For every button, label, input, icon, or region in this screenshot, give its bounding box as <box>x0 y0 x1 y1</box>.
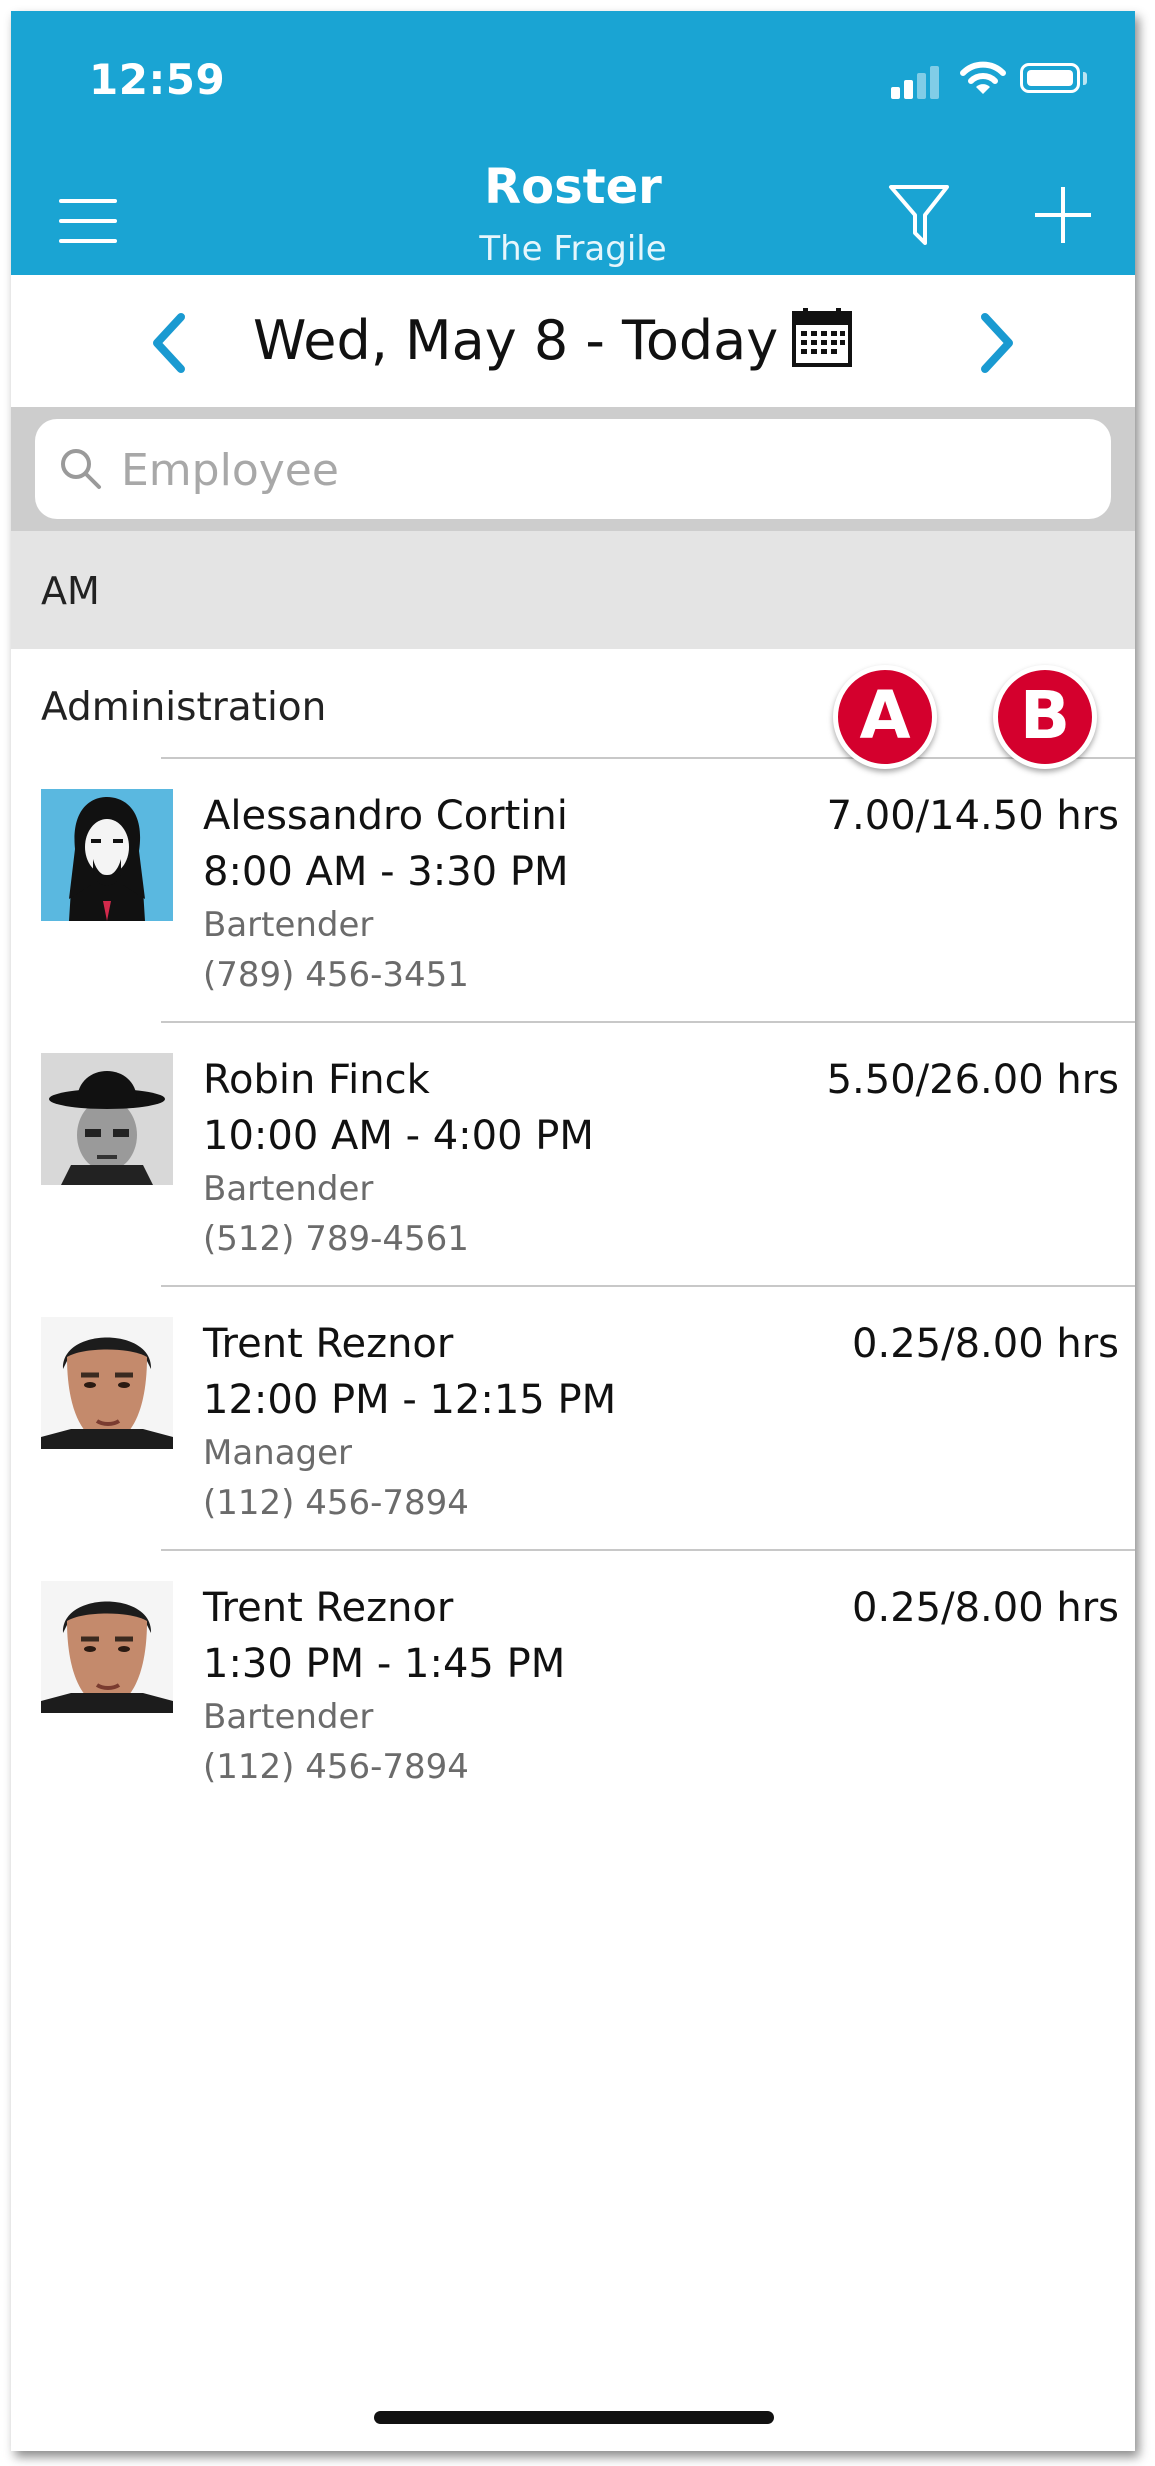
employee-phone: (112) 456-7894 <box>203 1483 469 1523</box>
employee-phone: (112) 456-7894 <box>203 1747 469 1787</box>
scheduled-hours: 0.25/8.00 hrs <box>852 1321 1119 1367</box>
list-item[interactable]: Trent Reznor 1:30 PM - 1:45 PM Bartender… <box>11 1551 1135 1813</box>
scheduled-hours: 7.00/14.50 hrs <box>826 793 1119 839</box>
shift-time: 8:00 AM - 3:30 PM <box>203 849 569 895</box>
annotation-badge-b: B <box>993 665 1097 769</box>
page-title: Roster <box>484 159 662 215</box>
filter-button[interactable] <box>887 181 951 249</box>
list-item[interactable]: Alessandro Cortini 8:00 AM - 3:30 PM Bar… <box>11 759 1135 1021</box>
date-navigation: Wed, May 8 - Today <box>11 275 1135 407</box>
employee-role: Bartender <box>203 905 374 945</box>
home-indicator[interactable] <box>374 2411 774 2424</box>
avatar <box>41 789 173 921</box>
page-subtitle: The Fragile <box>479 229 667 269</box>
section-header: AM <box>11 531 1135 649</box>
search-bar <box>11 407 1135 531</box>
employee-name: Robin Finck <box>203 1057 430 1103</box>
scheduled-hours: 0.25/8.00 hrs <box>852 1585 1119 1631</box>
employee-name: Trent Reznor <box>203 1585 454 1631</box>
shift-time: 10:00 AM - 4:00 PM <box>203 1113 594 1159</box>
avatar <box>41 1053 173 1185</box>
list-item[interactable]: Robin Finck 10:00 AM - 4:00 PM Bartender… <box>11 1023 1135 1285</box>
chevron-left-icon[interactable] <box>143 311 197 375</box>
employee-role: Bartender <box>203 1169 374 1209</box>
chevron-right-icon[interactable] <box>969 311 1023 375</box>
avatar <box>41 1581 173 1713</box>
group-header: Administration A B <box>11 649 1135 769</box>
scheduled-hours: 5.50/26.00 hrs <box>826 1057 1119 1103</box>
employee-phone: (512) 789-4561 <box>203 1219 469 1259</box>
list-item[interactable]: Trent Reznor 12:00 PM - 12:15 PM Manager… <box>11 1287 1135 1549</box>
shift-time: 1:30 PM - 1:45 PM <box>203 1641 566 1687</box>
status-bar-time: 12:59 <box>89 55 226 104</box>
employee-role: Bartender <box>203 1697 374 1737</box>
employee-role: Manager <box>203 1433 353 1473</box>
employee-phone: (789) 456-3451 <box>203 955 469 995</box>
battery-icon <box>1020 63 1080 93</box>
current-date-label[interactable]: Wed, May 8 - Today <box>253 309 778 372</box>
section-label: AM <box>41 569 100 613</box>
shift-time: 12:00 PM - 12:15 PM <box>203 1377 617 1423</box>
search-input[interactable] <box>119 431 1083 509</box>
search-field <box>35 419 1111 519</box>
phone-screen: 12:59 Roster The Fragile Wed, May 8 - To… <box>11 11 1135 2451</box>
avatar <box>41 1317 173 1449</box>
add-button[interactable] <box>1035 187 1091 243</box>
app-header: 12:59 Roster The Fragile <box>11 11 1135 275</box>
employee-name: Trent Reznor <box>203 1321 454 1367</box>
search-icon <box>61 449 101 489</box>
employee-name: Alessandro Cortini <box>203 793 568 839</box>
cellular-signal-icon <box>891 63 941 99</box>
annotation-badge-a: A <box>833 665 937 769</box>
wifi-icon <box>960 61 1006 94</box>
group-label: Administration <box>41 685 327 730</box>
calendar-icon[interactable] <box>791 307 853 369</box>
